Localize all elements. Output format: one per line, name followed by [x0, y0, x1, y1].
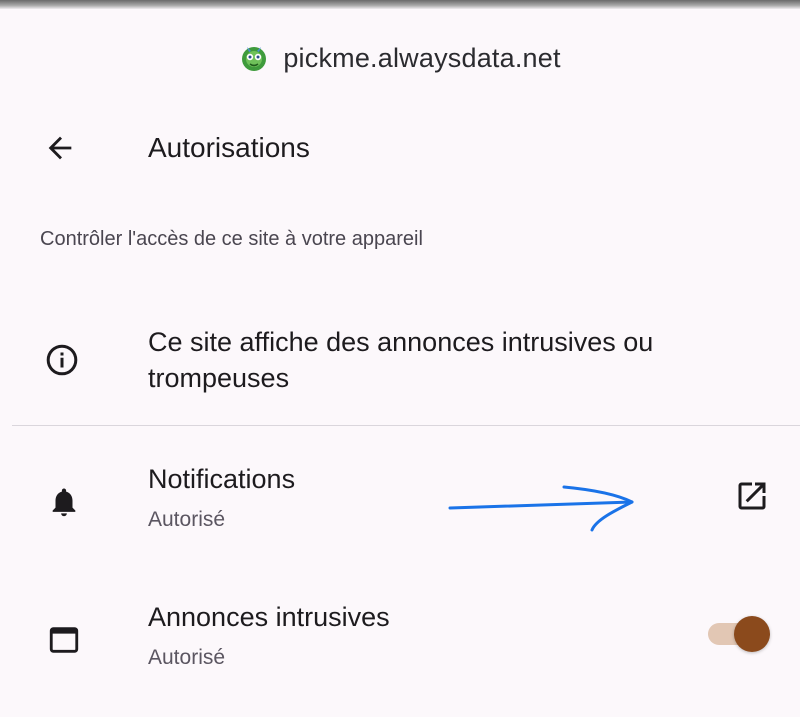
site-domain: pickme.alwaysdata.net — [283, 42, 561, 73]
section-description: Contrôler l'accès de ce site à votre app… — [40, 228, 423, 250]
window-icon — [44, 620, 84, 660]
open-settings-button[interactable] — [730, 476, 774, 520]
toggle-thumb — [734, 616, 770, 652]
permission-intrusive-ads[interactable]: Annonces intrusives Autorisé — [0, 598, 800, 688]
intrusive-ads-toggle[interactable] — [706, 614, 772, 654]
warning-text: Ce site affiche des annonces intrusives … — [148, 327, 654, 393]
site-favicon-icon — [239, 43, 269, 73]
permission-status: Autorisé — [148, 646, 226, 669]
intrusive-ads-warning: Ce site affiche des annonces intrusives … — [0, 320, 800, 410]
page-title: Autorisations — [148, 132, 310, 163]
title-bar: Autorisations — [0, 118, 800, 178]
permission-notifications[interactable]: Notifications Autorisé — [0, 460, 800, 550]
permission-status: Autorisé — [148, 508, 226, 531]
annotation-arrow-icon — [448, 485, 634, 532]
arrow-back-icon — [43, 131, 77, 170]
bell-icon — [44, 482, 84, 522]
site-header: pickme.alwaysdata.net — [0, 36, 800, 80]
back-button[interactable] — [38, 128, 82, 172]
permission-title: Notifications — [148, 464, 296, 494]
permission-title: Annonces intrusives — [148, 602, 390, 632]
divider — [12, 425, 800, 426]
info-icon — [44, 342, 80, 378]
open-in-new-icon — [734, 478, 770, 519]
top-edge-shadow — [0, 0, 800, 9]
